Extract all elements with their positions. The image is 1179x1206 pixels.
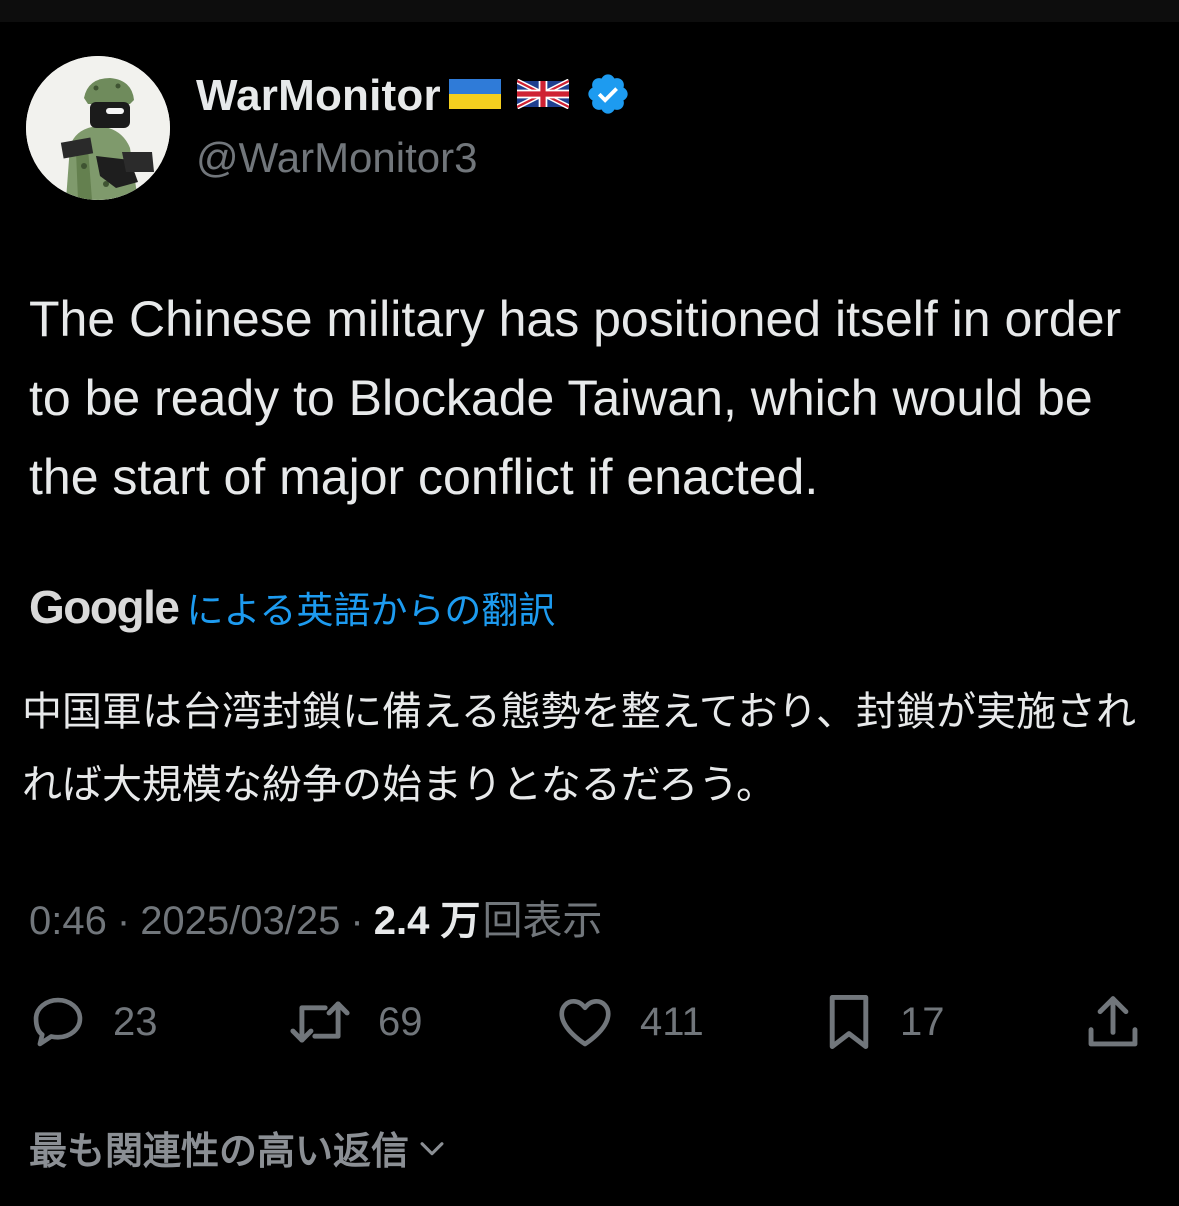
reply-count: 23 [113,999,158,1044]
meta-separator: · [350,899,364,943]
bookmark-button[interactable]: 17 [822,990,945,1054]
share-button[interactable] [1084,990,1142,1054]
chevron-down-icon [420,1141,444,1155]
tweet-time[interactable]: 0:46 [29,899,107,944]
views-label: 回表示 [482,899,603,943]
like-button[interactable]: 411 [554,990,704,1054]
display-name-row: WarMonitor [196,66,631,126]
tweet-text: The Chinese military has positioned itse… [29,291,1122,505]
replies-sort-label: 最も関連性の高い返信 [29,1131,410,1173]
bookmark-icon [829,995,869,1049]
share-icon [1088,996,1138,1047]
author-names: WarMonitor @WarMonitor3 [196,66,631,182]
repost-button[interactable]: 69 [286,990,423,1054]
meta-separator: · [116,899,131,943]
display-name[interactable]: WarMonitor [196,71,441,121]
bookmark-count: 17 [900,999,945,1044]
replies-sort-dropdown[interactable]: 最も関連性の高い返信 [29,1120,449,1175]
author-handle[interactable]: @WarMonitor3 [196,134,631,182]
translation-attribution: Google による英語からの翻訳 [29,580,555,634]
repost-icon [290,1001,350,1043]
tweet-header: WarMonitor @WarMonitor3 [26,56,631,200]
repost-count: 69 [378,999,423,1044]
views-count[interactable]: 2.4 万 [374,888,481,946]
status-bar-strip [0,0,1179,22]
heart-icon [559,999,611,1047]
like-count: 411 [640,999,704,1044]
tweet-meta: 0:46 · 2025/03/25 · 2.4 万 回表示 [29,888,602,946]
verified-badge-icon [585,71,631,122]
translation-link[interactable]: による英語からの翻訳 [186,580,555,634]
action-bar: 23 69 411 17 [0,990,1179,1054]
reply-icon [33,997,83,1047]
tweet-date[interactable]: 2025/03/25 [140,899,340,944]
translated-text: 中国軍は台湾封鎖に備える態勢を整えており、封鎖が実施されれば大規模な紛争の始まり… [22,690,1136,807]
avatar[interactable] [26,56,170,200]
google-logo: Google [29,581,180,633]
uk-flag-icon [515,78,570,114]
ukraine-flag-icon [448,78,501,114]
reply-button[interactable]: 23 [27,990,158,1054]
